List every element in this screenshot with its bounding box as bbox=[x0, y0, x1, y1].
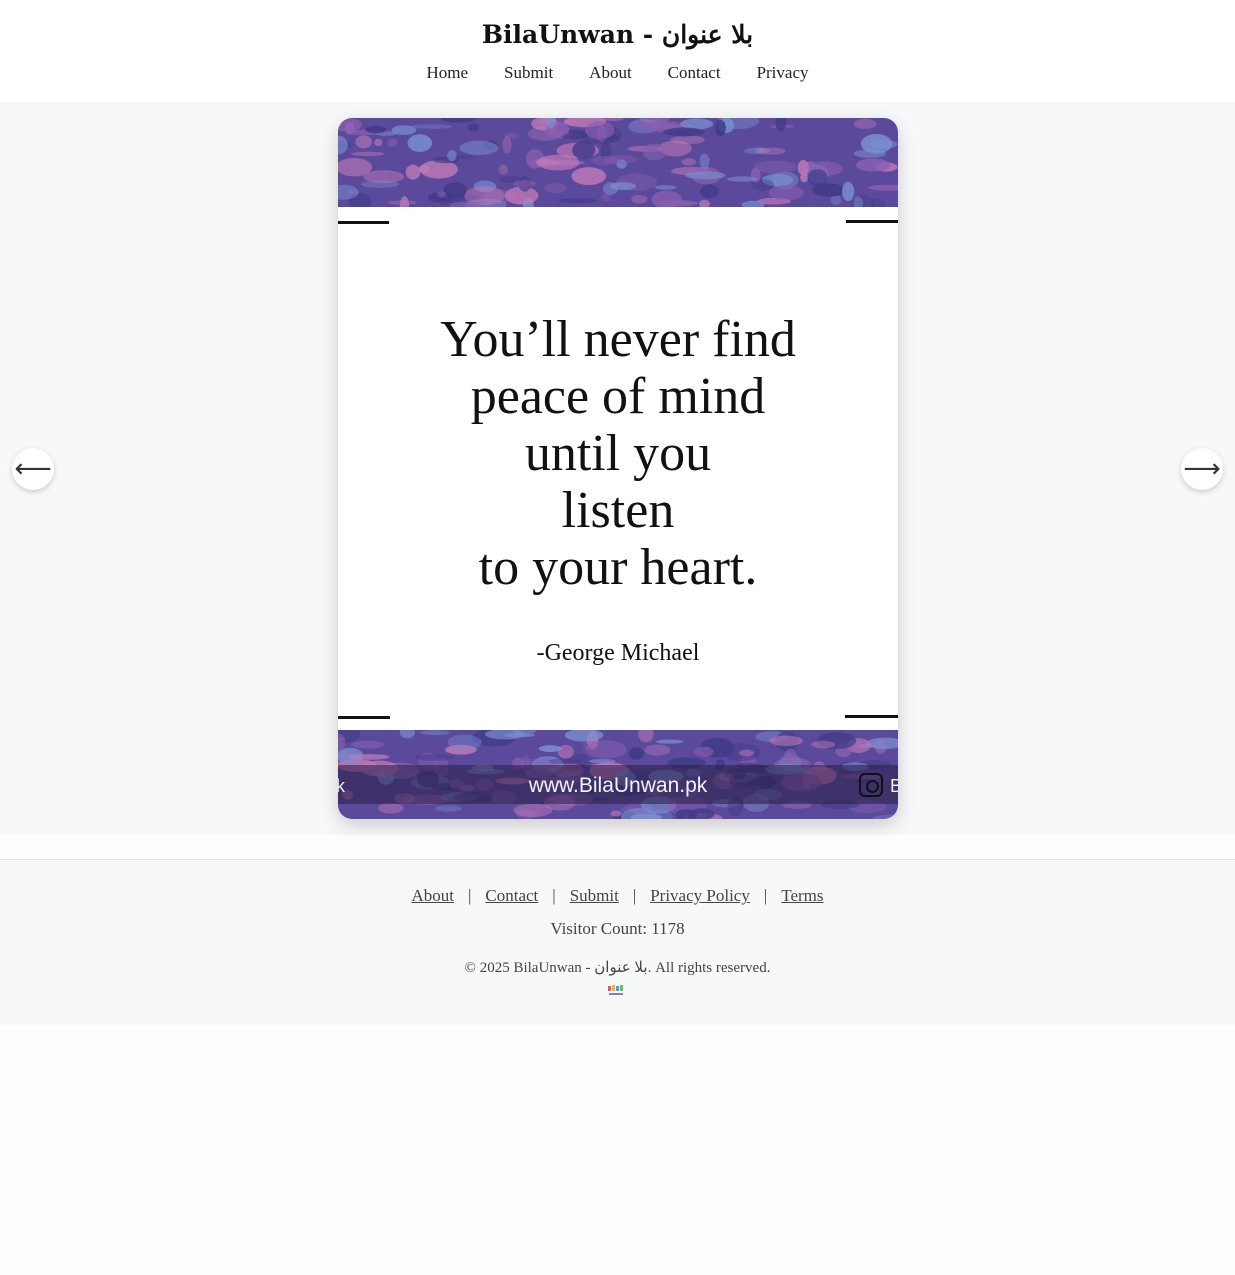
nav-privacy[interactable]: Privacy bbox=[757, 63, 809, 83]
quote-line: peace of mind bbox=[470, 368, 766, 425]
site-header: BilaUnwan - بلا عنوان Home Submit About … bbox=[0, 0, 1235, 102]
site-title[interactable]: BilaUnwan - بلا عنوان bbox=[0, 20, 1235, 49]
footer-link-contact[interactable]: Contact bbox=[485, 886, 538, 906]
instagram-icon bbox=[859, 773, 883, 797]
arrow-left-icon: ⟵ bbox=[14, 454, 52, 484]
quote-line: You’ll never find bbox=[440, 311, 796, 368]
quote-author: -George Michael bbox=[536, 640, 700, 666]
quote-text: You’ll never find peace of mind until yo… bbox=[338, 311, 898, 596]
footer-link-terms[interactable]: Terms bbox=[781, 886, 823, 906]
quote-line: listen bbox=[561, 482, 675, 539]
quote-line: until you bbox=[524, 425, 712, 482]
website-url: www.BilaUnwan.pk bbox=[528, 774, 708, 797]
prev-slide-button[interactable]: ⟵ bbox=[12, 448, 54, 490]
quote-slide-image: You’ll never find peace of mind until yo… bbox=[338, 118, 898, 819]
corner-line bbox=[338, 221, 389, 224]
visitor-count: Visitor Count: 1178 bbox=[550, 919, 685, 938]
corner-line bbox=[338, 716, 390, 719]
nav-contact[interactable]: Contact bbox=[668, 63, 721, 83]
footer-logo-icon[interactable] bbox=[606, 984, 626, 998]
footer-links: About | Contact | Submit | Privacy Polic… bbox=[0, 886, 1235, 906]
site-footer: About | Contact | Submit | Privacy Polic… bbox=[0, 859, 1235, 1025]
footer-link-submit[interactable]: Submit bbox=[570, 886, 619, 906]
corner-line bbox=[846, 220, 898, 223]
separator: | bbox=[763, 886, 768, 905]
next-slide-button[interactable]: ⟶ bbox=[1181, 448, 1223, 490]
texture-band-top bbox=[338, 118, 898, 207]
quote-line: to your heart. bbox=[478, 539, 758, 596]
corner-line bbox=[845, 715, 898, 718]
copyright: © 2025 BilaUnwan - بلا عنوان. All rights… bbox=[464, 960, 771, 976]
nav-home[interactable]: Home bbox=[427, 63, 469, 83]
separator: | bbox=[632, 886, 637, 905]
main-nav: Home Submit About Contact Privacy bbox=[0, 63, 1235, 83]
footer-link-about[interactable]: About bbox=[411, 886, 454, 906]
separator: | bbox=[467, 886, 472, 905]
url-fragment-right: B bbox=[890, 776, 898, 796]
footer-link-privacy-policy[interactable]: Privacy Policy bbox=[650, 886, 750, 906]
arrow-right-icon: ⟶ bbox=[1183, 454, 1221, 484]
quote-panel: You’ll never find peace of mind until yo… bbox=[338, 207, 898, 730]
nav-about[interactable]: About bbox=[589, 63, 632, 83]
separator: | bbox=[552, 886, 556, 905]
nav-submit[interactable]: Submit bbox=[504, 63, 553, 83]
